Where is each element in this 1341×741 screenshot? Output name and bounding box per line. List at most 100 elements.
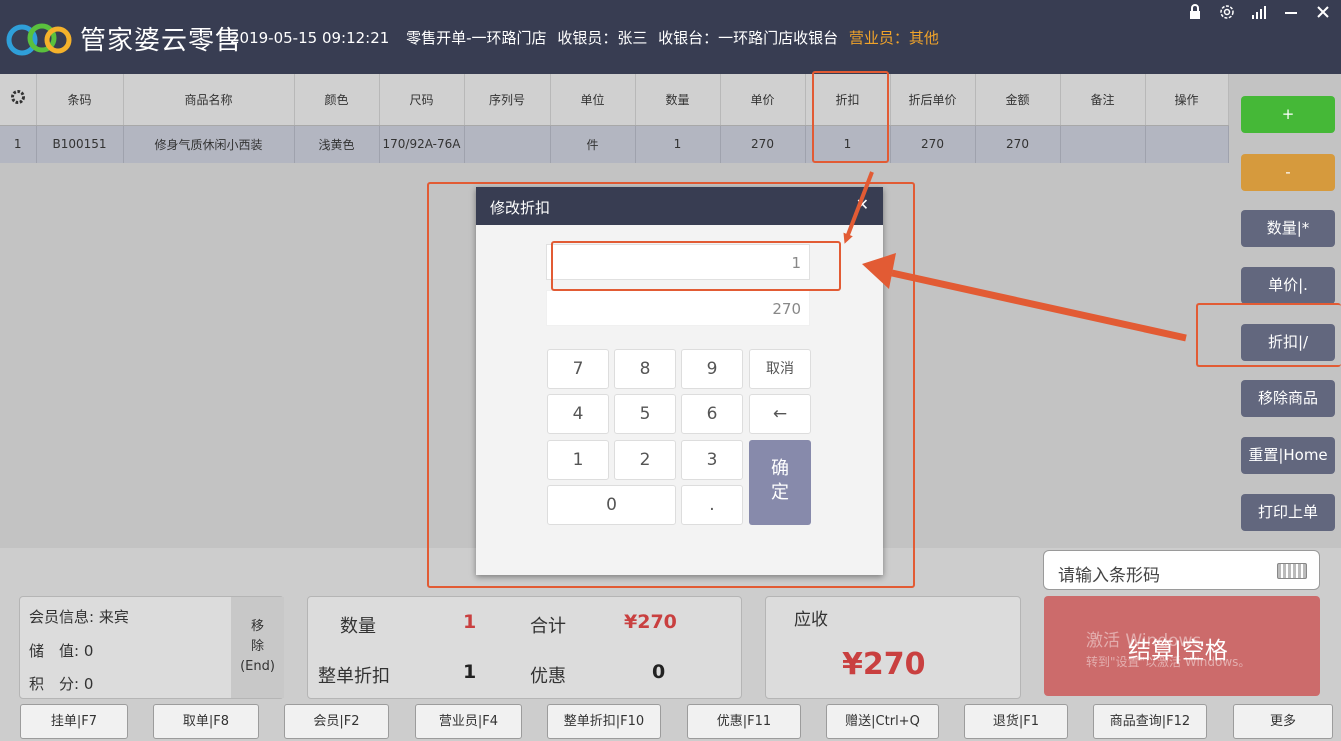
barcode-input[interactable]: 请输入条形码 bbox=[1043, 550, 1320, 590]
key-1[interactable]: 1 bbox=[547, 440, 609, 480]
hold-order-button[interactable]: 挂单|F7 bbox=[20, 704, 128, 739]
cell-name: 修身气质休闲小西装 bbox=[123, 125, 295, 163]
column-header: 折后单价 bbox=[890, 74, 976, 126]
amount-due-label: 应收 bbox=[794, 610, 828, 630]
key-7[interactable]: 7 bbox=[547, 349, 609, 389]
price-input[interactable]: 270 bbox=[546, 290, 810, 326]
column-header: 操作 bbox=[1145, 74, 1229, 126]
product-search-button[interactable]: 商品查询|F12 bbox=[1093, 704, 1207, 739]
cell-barcode: B100151 bbox=[36, 125, 124, 163]
amount-due-panel: 应收 ¥270 bbox=[765, 596, 1021, 699]
cell-size: 170/92A-76A bbox=[379, 125, 465, 163]
cell-note[interactable] bbox=[1060, 125, 1146, 163]
unit-price-button[interactable]: 单价|. bbox=[1241, 267, 1335, 304]
remove-member-button[interactable]: 移 除 (End) bbox=[231, 597, 284, 698]
promo-value: 0 bbox=[652, 661, 666, 683]
increase-button[interactable]: + bbox=[1241, 96, 1335, 133]
quantity-button[interactable]: 数量|* bbox=[1241, 210, 1335, 247]
member-button[interactable]: 会员|F2 bbox=[284, 704, 389, 739]
reset-button[interactable]: 重置|Home bbox=[1241, 437, 1335, 474]
window-controls bbox=[1187, 4, 1331, 24]
checkout-button[interactable]: 激活 Windows 转到"设置"以激活 Windows。 结算|空格 bbox=[1044, 596, 1320, 696]
total-value: ¥270 bbox=[624, 611, 677, 633]
key-cancel[interactable]: 取消 bbox=[749, 349, 811, 389]
annotation-box-discount-input bbox=[551, 241, 841, 291]
app-name: 管家婆云零售 bbox=[80, 26, 243, 56]
table-header-row: 条码 商品名称 颜色 尺码 序列号 单位 数量 单价 折扣 折后单价 金额 备注… bbox=[0, 74, 1229, 126]
key-0[interactable]: 0 bbox=[547, 485, 676, 525]
decrease-button[interactable]: - bbox=[1241, 154, 1335, 191]
key-9[interactable]: 9 bbox=[681, 349, 743, 389]
cell-action[interactable] bbox=[1145, 125, 1229, 163]
table-row[interactable]: 1 B100151 修身气质休闲小西装 浅黄色 170/92A-76A 件 1 … bbox=[0, 125, 1229, 163]
column-header: 单价 bbox=[720, 74, 806, 126]
cell-amount: 270 bbox=[975, 125, 1061, 163]
app-logo-icon bbox=[6, 23, 72, 56]
key-4[interactable]: 4 bbox=[547, 394, 609, 434]
keyboard-icon[interactable] bbox=[1277, 563, 1307, 579]
column-header: 金额 bbox=[975, 74, 1061, 126]
confirm-key[interactable]: 确 定 bbox=[749, 440, 811, 525]
barcode-placeholder: 请输入条形码 bbox=[1058, 566, 1160, 586]
column-settings-icon[interactable] bbox=[0, 74, 37, 126]
key-8[interactable]: 8 bbox=[614, 349, 676, 389]
cell-discounted-price: 270 bbox=[890, 125, 976, 163]
column-header: 序列号 bbox=[464, 74, 551, 126]
header-store: -一环路门店 bbox=[466, 29, 547, 47]
key-5[interactable]: 5 bbox=[614, 394, 676, 434]
minimize-icon[interactable] bbox=[1283, 4, 1299, 24]
sales-person-button[interactable]: 营业员|F4 bbox=[415, 704, 522, 739]
total-label: 合计 bbox=[530, 616, 566, 637]
column-header: 颜色 bbox=[294, 74, 380, 126]
dialog-header: 修改折扣 ✕ bbox=[476, 187, 883, 225]
lock-icon[interactable] bbox=[1187, 4, 1203, 24]
cell-price[interactable]: 270 bbox=[720, 125, 806, 163]
header-cashier: 收银员：张三 bbox=[557, 29, 648, 47]
order-discount-value: 1 bbox=[463, 661, 477, 683]
remove-item-button[interactable]: 移除商品 bbox=[1241, 380, 1335, 417]
close-icon[interactable] bbox=[1315, 4, 1331, 24]
annotation-box-discount-column bbox=[812, 71, 889, 163]
column-header: 数量 bbox=[635, 74, 721, 126]
order-discount-button[interactable]: 整单折扣|F10 bbox=[547, 704, 661, 739]
header-order-type: 零售开单 bbox=[406, 29, 467, 47]
signal-icon bbox=[1251, 4, 1267, 24]
member-panel: 会员信息: 来宾 储 值: 0 积 分: 0 移 除 (End) bbox=[19, 596, 284, 699]
gift-button[interactable]: 赠送|Ctrl+Q bbox=[826, 704, 939, 739]
column-header: 备注 bbox=[1060, 74, 1146, 126]
more-button[interactable]: 更多 bbox=[1233, 704, 1333, 739]
key-6[interactable]: 6 bbox=[681, 394, 743, 434]
column-header: 条码 bbox=[36, 74, 124, 126]
order-discount-label: 整单折扣 bbox=[318, 666, 390, 687]
order-stats-panel: 数量 1 合计 ¥270 整单折扣 1 优惠 0 bbox=[307, 596, 742, 699]
amount-due-value: ¥270 bbox=[842, 647, 926, 682]
cell-index: 1 bbox=[0, 125, 37, 163]
header-sales-person[interactable]: 营业员：其他 bbox=[849, 29, 939, 47]
header-info: 2019-05-15 09:12:21 零售开单-一环路门店 收银员：张三 收银… bbox=[230, 27, 945, 48]
key-3[interactable]: 3 bbox=[681, 440, 743, 480]
column-header: 单位 bbox=[550, 74, 636, 126]
cell-unit: 件 bbox=[550, 125, 636, 163]
function-key-bar: 挂单|F7 取单|F8 会员|F2 营业员|F4 整单折扣|F10 优惠|F11… bbox=[20, 704, 1341, 741]
promo-label: 优惠 bbox=[530, 666, 566, 687]
app-header: 管家婆云零售 2019-05-15 09:12:21 零售开单-一环路门店 收银… bbox=[0, 0, 1341, 74]
dialog-close-icon[interactable]: ✕ bbox=[856, 195, 869, 214]
cell-serial bbox=[464, 125, 551, 163]
key-2[interactable]: 2 bbox=[614, 440, 676, 480]
header-datetime: 2019-05-15 09:12:21 bbox=[230, 29, 390, 47]
cell-qty[interactable]: 1 bbox=[635, 125, 721, 163]
qty-value: 1 bbox=[463, 611, 477, 633]
promotion-button[interactable]: 优惠|F11 bbox=[687, 704, 801, 739]
settings-icon[interactable] bbox=[1219, 4, 1235, 24]
return-button[interactable]: 退货|F1 bbox=[964, 704, 1068, 739]
checkout-label: 结算|空格 bbox=[1128, 638, 1228, 664]
qty-label: 数量 bbox=[340, 616, 376, 637]
retrieve-order-button[interactable]: 取单|F8 bbox=[153, 704, 259, 739]
print-last-button[interactable]: 打印上单 bbox=[1241, 494, 1335, 531]
column-header: 商品名称 bbox=[123, 74, 295, 126]
key-dot[interactable]: . bbox=[681, 485, 743, 525]
backspace-key[interactable]: ← bbox=[749, 394, 811, 434]
member-points: 积 分: 0 bbox=[29, 675, 94, 693]
member-info: 会员信息: 来宾 bbox=[29, 608, 129, 626]
dialog-title: 修改折扣 bbox=[490, 199, 551, 217]
